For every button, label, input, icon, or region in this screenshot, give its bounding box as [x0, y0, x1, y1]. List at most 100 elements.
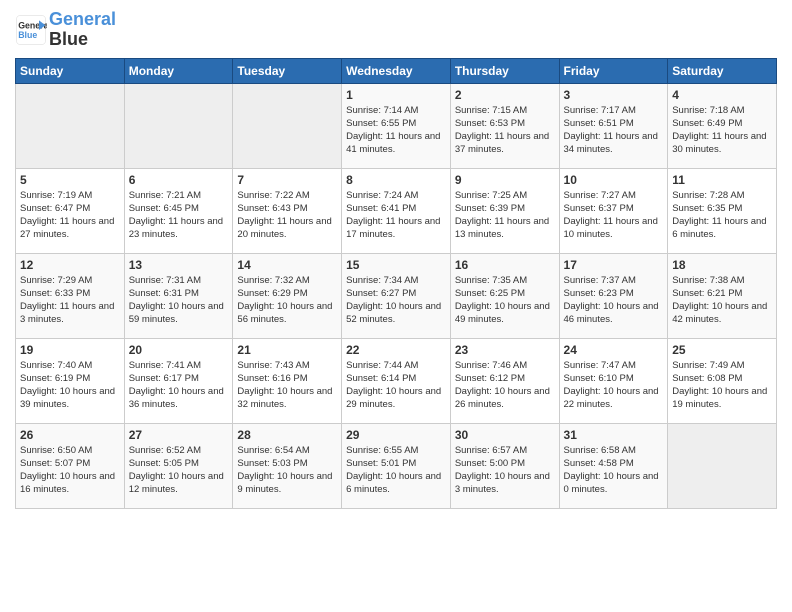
day-info: Sunrise: 7:29 AM Sunset: 6:33 PM Dayligh…	[20, 274, 120, 327]
calendar-cell: 22 Sunrise: 7:44 AM Sunset: 6:14 PM Dayl…	[342, 338, 451, 423]
day-info: Sunrise: 7:19 AM Sunset: 6:47 PM Dayligh…	[20, 189, 120, 242]
calendar-week-row: 19 Sunrise: 7:40 AM Sunset: 6:19 PM Dayl…	[16, 338, 777, 423]
day-number: 4	[672, 88, 772, 102]
day-number: 6	[129, 173, 229, 187]
logo: General Blue GeneralBlue	[15, 10, 116, 50]
header: General Blue GeneralBlue	[15, 10, 777, 50]
svg-text:Blue: Blue	[18, 30, 37, 40]
calendar-cell: 25 Sunrise: 7:49 AM Sunset: 6:08 PM Dayl…	[668, 338, 777, 423]
day-info: Sunrise: 7:37 AM Sunset: 6:23 PM Dayligh…	[564, 274, 664, 327]
day-info: Sunrise: 7:46 AM Sunset: 6:12 PM Dayligh…	[455, 359, 555, 412]
calendar-cell: 4 Sunrise: 7:18 AM Sunset: 6:49 PM Dayli…	[668, 83, 777, 168]
day-number: 11	[672, 173, 772, 187]
logo-icon: General Blue	[15, 14, 47, 46]
day-number: 22	[346, 343, 446, 357]
day-info: Sunrise: 7:47 AM Sunset: 6:10 PM Dayligh…	[564, 359, 664, 412]
day-number: 15	[346, 258, 446, 272]
calendar-cell: 8 Sunrise: 7:24 AM Sunset: 6:41 PM Dayli…	[342, 168, 451, 253]
calendar-cell: 12 Sunrise: 7:29 AM Sunset: 6:33 PM Dayl…	[16, 253, 125, 338]
day-number: 25	[672, 343, 772, 357]
day-info: Sunrise: 7:44 AM Sunset: 6:14 PM Dayligh…	[346, 359, 446, 412]
day-info: Sunrise: 7:43 AM Sunset: 6:16 PM Dayligh…	[237, 359, 337, 412]
calendar-cell: 17 Sunrise: 7:37 AM Sunset: 6:23 PM Dayl…	[559, 253, 668, 338]
day-info: Sunrise: 7:14 AM Sunset: 6:55 PM Dayligh…	[346, 104, 446, 157]
calendar-cell: 27 Sunrise: 6:52 AM Sunset: 5:05 PM Dayl…	[124, 423, 233, 508]
calendar-cell: 14 Sunrise: 7:32 AM Sunset: 6:29 PM Dayl…	[233, 253, 342, 338]
day-number: 1	[346, 88, 446, 102]
day-number: 24	[564, 343, 664, 357]
day-info: Sunrise: 7:27 AM Sunset: 6:37 PM Dayligh…	[564, 189, 664, 242]
day-info: Sunrise: 7:38 AM Sunset: 6:21 PM Dayligh…	[672, 274, 772, 327]
day-number: 20	[129, 343, 229, 357]
day-info: Sunrise: 7:32 AM Sunset: 6:29 PM Dayligh…	[237, 274, 337, 327]
day-info: Sunrise: 7:31 AM Sunset: 6:31 PM Dayligh…	[129, 274, 229, 327]
calendar-week-row: 1 Sunrise: 7:14 AM Sunset: 6:55 PM Dayli…	[16, 83, 777, 168]
calendar-table: SundayMondayTuesdayWednesdayThursdayFrid…	[15, 58, 777, 509]
calendar-cell: 7 Sunrise: 7:22 AM Sunset: 6:43 PM Dayli…	[233, 168, 342, 253]
calendar-cell: 16 Sunrise: 7:35 AM Sunset: 6:25 PM Dayl…	[450, 253, 559, 338]
day-info: Sunrise: 6:55 AM Sunset: 5:01 PM Dayligh…	[346, 444, 446, 497]
calendar-cell: 9 Sunrise: 7:25 AM Sunset: 6:39 PM Dayli…	[450, 168, 559, 253]
calendar-cell: 29 Sunrise: 6:55 AM Sunset: 5:01 PM Dayl…	[342, 423, 451, 508]
calendar-cell: 26 Sunrise: 6:50 AM Sunset: 5:07 PM Dayl…	[16, 423, 125, 508]
calendar-cell: 30 Sunrise: 6:57 AM Sunset: 5:00 PM Dayl…	[450, 423, 559, 508]
calendar-cell	[668, 423, 777, 508]
day-number: 8	[346, 173, 446, 187]
day-number: 13	[129, 258, 229, 272]
calendar-cell: 31 Sunrise: 6:58 AM Sunset: 4:58 PM Dayl…	[559, 423, 668, 508]
day-info: Sunrise: 7:15 AM Sunset: 6:53 PM Dayligh…	[455, 104, 555, 157]
day-number: 31	[564, 428, 664, 442]
calendar-cell: 20 Sunrise: 7:41 AM Sunset: 6:17 PM Dayl…	[124, 338, 233, 423]
col-header-tuesday: Tuesday	[233, 58, 342, 83]
day-number: 27	[129, 428, 229, 442]
day-number: 2	[455, 88, 555, 102]
calendar-cell: 15 Sunrise: 7:34 AM Sunset: 6:27 PM Dayl…	[342, 253, 451, 338]
day-info: Sunrise: 7:24 AM Sunset: 6:41 PM Dayligh…	[346, 189, 446, 242]
calendar-cell: 19 Sunrise: 7:40 AM Sunset: 6:19 PM Dayl…	[16, 338, 125, 423]
day-number: 28	[237, 428, 337, 442]
day-number: 7	[237, 173, 337, 187]
day-number: 18	[672, 258, 772, 272]
calendar-cell: 1 Sunrise: 7:14 AM Sunset: 6:55 PM Dayli…	[342, 83, 451, 168]
day-info: Sunrise: 7:17 AM Sunset: 6:51 PM Dayligh…	[564, 104, 664, 157]
calendar-cell: 5 Sunrise: 7:19 AM Sunset: 6:47 PM Dayli…	[16, 168, 125, 253]
day-number: 19	[20, 343, 120, 357]
calendar-cell: 18 Sunrise: 7:38 AM Sunset: 6:21 PM Dayl…	[668, 253, 777, 338]
day-info: Sunrise: 7:22 AM Sunset: 6:43 PM Dayligh…	[237, 189, 337, 242]
col-header-monday: Monday	[124, 58, 233, 83]
calendar-week-row: 26 Sunrise: 6:50 AM Sunset: 5:07 PM Dayl…	[16, 423, 777, 508]
calendar-cell: 28 Sunrise: 6:54 AM Sunset: 5:03 PM Dayl…	[233, 423, 342, 508]
day-number: 17	[564, 258, 664, 272]
calendar-cell	[233, 83, 342, 168]
day-number: 26	[20, 428, 120, 442]
logo-name: GeneralBlue	[49, 10, 116, 50]
calendar-header-row: SundayMondayTuesdayWednesdayThursdayFrid…	[16, 58, 777, 83]
calendar-cell: 23 Sunrise: 7:46 AM Sunset: 6:12 PM Dayl…	[450, 338, 559, 423]
day-info: Sunrise: 6:50 AM Sunset: 5:07 PM Dayligh…	[20, 444, 120, 497]
page-container: General Blue GeneralBlue SundayMondayTue…	[0, 0, 792, 519]
day-number: 9	[455, 173, 555, 187]
calendar-cell: 21 Sunrise: 7:43 AM Sunset: 6:16 PM Dayl…	[233, 338, 342, 423]
day-info: Sunrise: 7:34 AM Sunset: 6:27 PM Dayligh…	[346, 274, 446, 327]
col-header-sunday: Sunday	[16, 58, 125, 83]
col-header-saturday: Saturday	[668, 58, 777, 83]
day-number: 16	[455, 258, 555, 272]
day-number: 10	[564, 173, 664, 187]
calendar-cell: 11 Sunrise: 7:28 AM Sunset: 6:35 PM Dayl…	[668, 168, 777, 253]
day-info: Sunrise: 6:52 AM Sunset: 5:05 PM Dayligh…	[129, 444, 229, 497]
day-info: Sunrise: 7:28 AM Sunset: 6:35 PM Dayligh…	[672, 189, 772, 242]
calendar-cell: 6 Sunrise: 7:21 AM Sunset: 6:45 PM Dayli…	[124, 168, 233, 253]
calendar-cell: 10 Sunrise: 7:27 AM Sunset: 6:37 PM Dayl…	[559, 168, 668, 253]
col-header-friday: Friday	[559, 58, 668, 83]
calendar-cell: 13 Sunrise: 7:31 AM Sunset: 6:31 PM Dayl…	[124, 253, 233, 338]
day-number: 12	[20, 258, 120, 272]
day-info: Sunrise: 7:21 AM Sunset: 6:45 PM Dayligh…	[129, 189, 229, 242]
calendar-cell: 24 Sunrise: 7:47 AM Sunset: 6:10 PM Dayl…	[559, 338, 668, 423]
calendar-cell: 2 Sunrise: 7:15 AM Sunset: 6:53 PM Dayli…	[450, 83, 559, 168]
day-info: Sunrise: 7:18 AM Sunset: 6:49 PM Dayligh…	[672, 104, 772, 157]
calendar-week-row: 5 Sunrise: 7:19 AM Sunset: 6:47 PM Dayli…	[16, 168, 777, 253]
day-info: Sunrise: 7:25 AM Sunset: 6:39 PM Dayligh…	[455, 189, 555, 242]
calendar-cell	[124, 83, 233, 168]
day-info: Sunrise: 7:41 AM Sunset: 6:17 PM Dayligh…	[129, 359, 229, 412]
day-number: 23	[455, 343, 555, 357]
